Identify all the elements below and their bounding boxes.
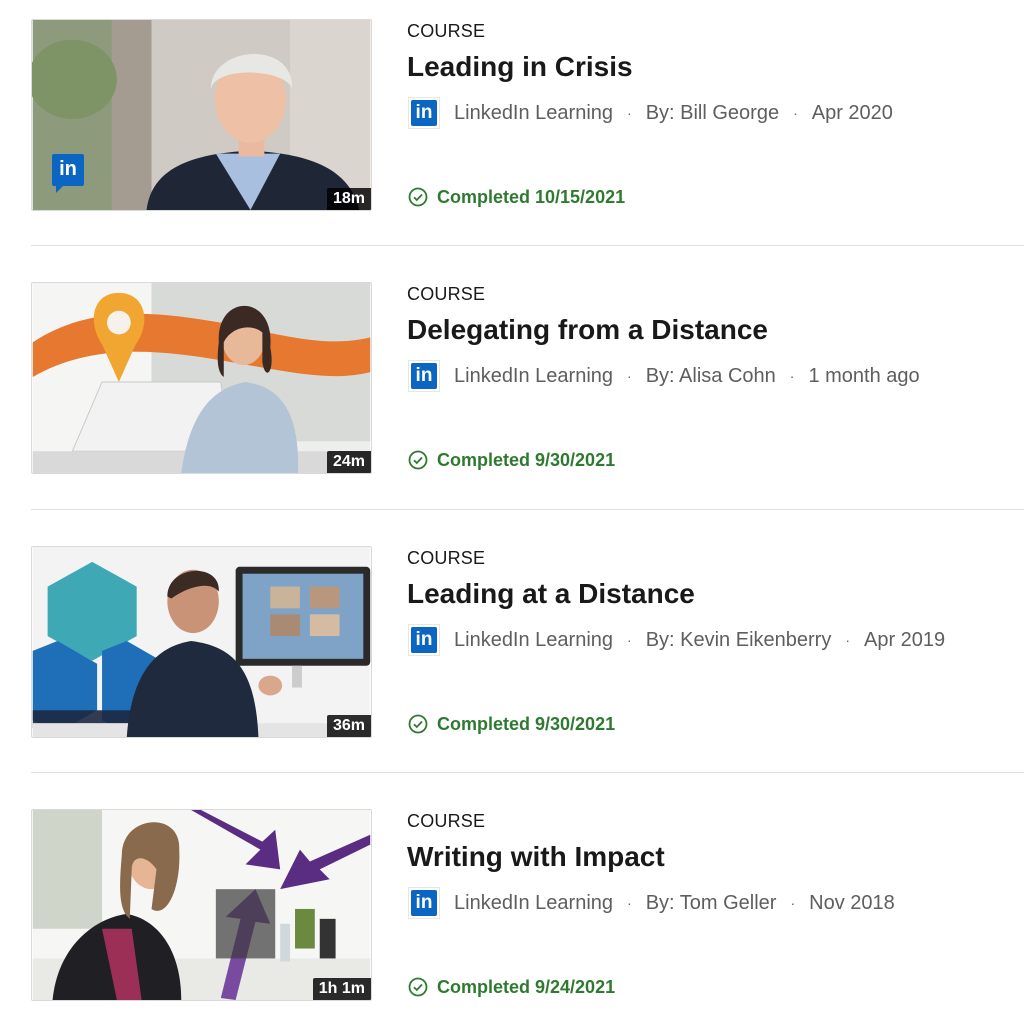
- linkedin-logo-icon: in: [408, 887, 440, 919]
- course-meta: in LinkedIn Learning · By: Alisa Cohn · …: [408, 360, 920, 392]
- linkedin-logo-text: in: [411, 100, 437, 126]
- thumbnail-image-leading-at-a-distance: [32, 547, 371, 737]
- completion-text: Completed 9/30/2021: [437, 713, 616, 734]
- author-name[interactable]: By: Tom Geller: [646, 892, 777, 915]
- completion-status: Completed 10/15/2021: [408, 185, 625, 209]
- separator-dot: ·: [790, 895, 796, 911]
- linkedin-logo-text: in: [411, 627, 437, 653]
- completion-text: Completed 10/15/2021: [437, 186, 626, 207]
- completion-status: Completed 9/30/2021: [408, 448, 615, 472]
- course-title[interactable]: Leading in Crisis: [407, 51, 633, 83]
- course-item: 36m COURSE Leading at a Distance in Link…: [0, 546, 1024, 786]
- release-date: Apr 2019: [864, 628, 946, 651]
- provider-name: LinkedIn Learning: [454, 364, 614, 387]
- linkedin-logo-icon: in: [408, 624, 440, 656]
- linkedin-logo-text: in: [411, 363, 437, 389]
- course-thumbnail[interactable]: 1h 1m: [31, 809, 372, 1001]
- linkedin-logo-icon: in: [408, 360, 440, 392]
- check-circle-icon: [408, 450, 428, 470]
- thumbnail-image-writing-with-impact: [32, 810, 371, 1000]
- separator-dot: ·: [627, 632, 632, 648]
- author-name[interactable]: By: Alisa Cohn: [646, 365, 776, 388]
- linkedin-logo-text: in: [411, 890, 437, 916]
- separator-dot: ·: [793, 105, 798, 121]
- course-item: 1h 1m COURSE Writing with Impact in Link…: [0, 809, 1024, 1019]
- completion-status: Completed 9/30/2021: [408, 712, 615, 736]
- release-date: Nov 2018: [809, 891, 895, 914]
- separator-dot: ·: [845, 632, 850, 648]
- duration-badge: 24m: [326, 451, 371, 473]
- course-item: 24m COURSE Delegating from a Distance in…: [0, 282, 1024, 522]
- course-title[interactable]: Delegating from a Distance: [407, 314, 768, 346]
- course-thumbnail[interactable]: 24m: [31, 282, 372, 474]
- thumbnail-image-delegating-from-a-distance: [32, 283, 371, 473]
- release-date: 1 month ago: [808, 364, 920, 387]
- content-type-label: COURSE: [407, 548, 486, 568]
- separator-dot: ·: [627, 368, 632, 384]
- content-type-label: COURSE: [407, 21, 486, 41]
- completion-text: Completed 9/30/2021: [437, 449, 616, 470]
- separator-dot: ·: [627, 105, 632, 121]
- course-thumbnail[interactable]: in 18m: [31, 19, 372, 211]
- provider-name: LinkedIn Learning: [454, 101, 614, 124]
- course-title[interactable]: Writing with Impact: [407, 841, 665, 873]
- divider: [31, 245, 1024, 246]
- separator-dot: ·: [789, 368, 795, 384]
- divider: [31, 509, 1024, 510]
- completion-text: Completed 9/24/2021: [437, 976, 616, 997]
- duration-badge: 1h 1m: [312, 978, 371, 1000]
- course-meta: in LinkedIn Learning · By: Kevin Eikenbe…: [408, 624, 945, 656]
- check-circle-icon: [408, 187, 428, 207]
- check-circle-icon: [408, 714, 428, 734]
- content-type-label: COURSE: [407, 284, 486, 304]
- course-item: in 18m COURSE Leading in Crisis in Linke…: [0, 19, 1024, 259]
- course-meta: in LinkedIn Learning · By: Bill George ·…: [408, 97, 893, 129]
- divider: [31, 772, 1024, 773]
- check-circle-icon: [408, 977, 428, 997]
- duration-badge: 36m: [326, 715, 371, 737]
- separator-dot: ·: [627, 895, 632, 911]
- linkedin-logo-icon: in: [408, 97, 440, 129]
- author-name[interactable]: By: Bill George: [646, 102, 779, 125]
- author-name[interactable]: By: Kevin Eikenberry: [646, 629, 832, 652]
- completion-status: Completed 9/24/2021: [408, 975, 615, 999]
- linkedin-badge-icon: in: [52, 154, 84, 193]
- course-thumbnail[interactable]: 36m: [31, 546, 372, 738]
- content-type-label: COURSE: [407, 811, 486, 831]
- duration-badge: 18m: [326, 188, 371, 210]
- course-title[interactable]: Leading at a Distance: [407, 578, 695, 610]
- course-meta: in LinkedIn Learning · By: Tom Geller · …: [408, 887, 895, 919]
- provider-name: LinkedIn Learning: [454, 891, 614, 914]
- release-date: Apr 2020: [811, 101, 893, 124]
- provider-name: LinkedIn Learning: [454, 628, 614, 651]
